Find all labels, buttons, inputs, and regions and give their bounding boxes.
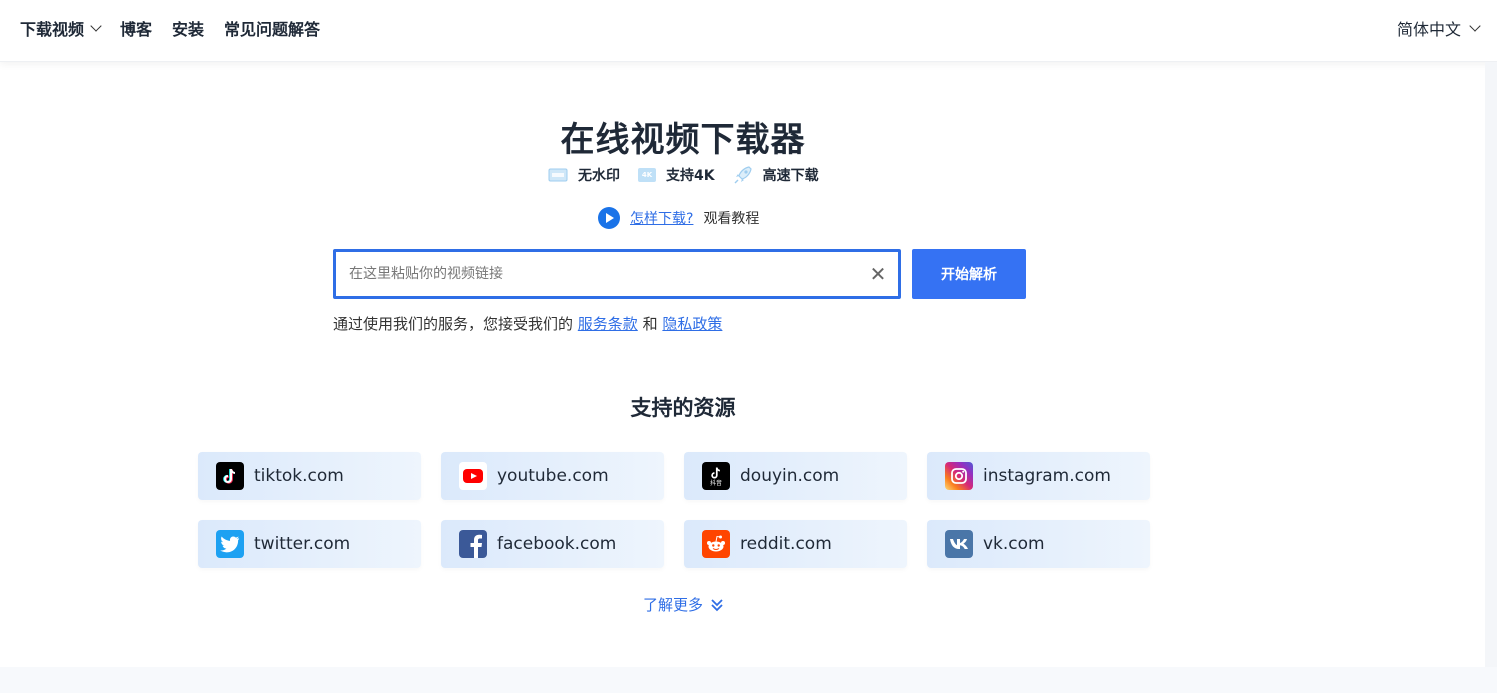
source-label: douyin.com [740, 466, 840, 486]
start-parse-button[interactable]: 开始解析 [912, 249, 1026, 299]
nav-blog[interactable]: 博客 [120, 16, 152, 40]
clear-icon[interactable]: ✕ [858, 262, 898, 286]
nav-install-label: 安装 [172, 20, 205, 39]
terms-notice: 通过使用我们的服务，您接受我们的 服务条款 和 隐私政策 [333, 313, 722, 334]
chevron-down-icon [1469, 20, 1481, 32]
tiktok-icon [216, 462, 244, 490]
feature-high-speed: 高速下载 [733, 165, 819, 185]
howto-text: 观看教程 [703, 211, 760, 227]
nav-download-video-label: 下载视频 [20, 20, 85, 39]
terms-and: 和 [642, 315, 658, 333]
douyin-logo-text: 抖音 [709, 479, 722, 487]
source-facebook[interactable]: facebook.com [441, 520, 664, 568]
scrollbar-track[interactable] [1485, 62, 1497, 667]
source-vk[interactable]: vk.com [927, 520, 1150, 568]
howto-row: 怎样下载? 观看教程 [598, 207, 759, 229]
rocket-icon [734, 166, 752, 184]
feature-no-watermark-label: 无水印 [578, 168, 620, 184]
language-label: 简体中文 [1396, 20, 1461, 39]
howto-link[interactable]: 怎样下载? [630, 208, 693, 228]
4k-icon: 4K [638, 168, 656, 182]
source-youtube[interactable]: youtube.com [441, 452, 664, 500]
page-title: 在线视频下载器 [560, 120, 806, 160]
nav-faq-label: 常见问题解答 [224, 20, 321, 39]
double-chevron-down-icon [711, 598, 723, 611]
feature-4k: 4K 支持4K [638, 165, 715, 185]
source-twitter[interactable]: twitter.com [198, 520, 421, 568]
terms-prefix: 通过使用我们的服务，您接受我们的 [333, 315, 574, 333]
terms-of-service-link[interactable]: 服务条款 [578, 315, 638, 333]
reddit-icon [702, 530, 730, 558]
nav-install[interactable]: 安装 [172, 16, 204, 40]
footer-band [0, 667, 1497, 693]
source-instagram[interactable]: instagram.com [927, 452, 1150, 500]
feature-no-watermark: 无水印 [548, 165, 620, 185]
sources-grid: tiktok.com youtube.com 抖音 douyin.com ins… [198, 452, 1150, 568]
no-watermark-icon [548, 168, 568, 182]
source-label: facebook.com [497, 534, 617, 554]
url-input-container: ✕ [333, 249, 901, 299]
youtube-icon [459, 462, 487, 490]
source-label: youtube.com [497, 466, 609, 486]
source-tiktok[interactable]: tiktok.com [198, 452, 421, 500]
play-icon[interactable] [598, 207, 620, 229]
learn-more-label: 了解更多 [642, 596, 703, 614]
vk-icon [945, 530, 973, 558]
source-douyin[interactable]: 抖音 douyin.com [684, 452, 907, 500]
twitter-icon [216, 530, 244, 558]
feature-high-speed-label: 高速下载 [762, 168, 819, 184]
facebook-icon [459, 530, 487, 558]
instagram-icon [945, 462, 973, 490]
source-label: twitter.com [254, 534, 351, 554]
nav-faq[interactable]: 常见问题解答 [224, 16, 320, 40]
source-label: vk.com [983, 534, 1045, 554]
main-nav: 下载视频 博客 安装 常见问题解答 [20, 0, 320, 56]
learn-more-link[interactable]: 了解更多 [0, 594, 1366, 615]
feature-list: 无水印 4K 支持4K 高速下载 [548, 165, 819, 185]
privacy-policy-link[interactable]: 隐私政策 [662, 315, 722, 333]
nav-blog-label: 博客 [120, 20, 153, 39]
language-selector[interactable]: 简体中文 [1396, 0, 1481, 56]
supported-sources-title: 支持的资源 [630, 396, 736, 420]
url-input[interactable] [336, 252, 858, 296]
source-reddit[interactable]: reddit.com [684, 520, 907, 568]
nav-download-video[interactable]: 下载视频 [20, 16, 102, 40]
source-label: reddit.com [740, 534, 832, 554]
source-label: instagram.com [983, 466, 1111, 486]
douyin-icon: 抖音 [702, 462, 730, 490]
feature-4k-label: 支持4K [666, 168, 715, 184]
source-label: tiktok.com [254, 466, 344, 486]
chevron-down-icon [90, 20, 102, 32]
top-nav-bar: 下载视频 博客 安装 常见问题解答 简体中文 [0, 0, 1497, 62]
